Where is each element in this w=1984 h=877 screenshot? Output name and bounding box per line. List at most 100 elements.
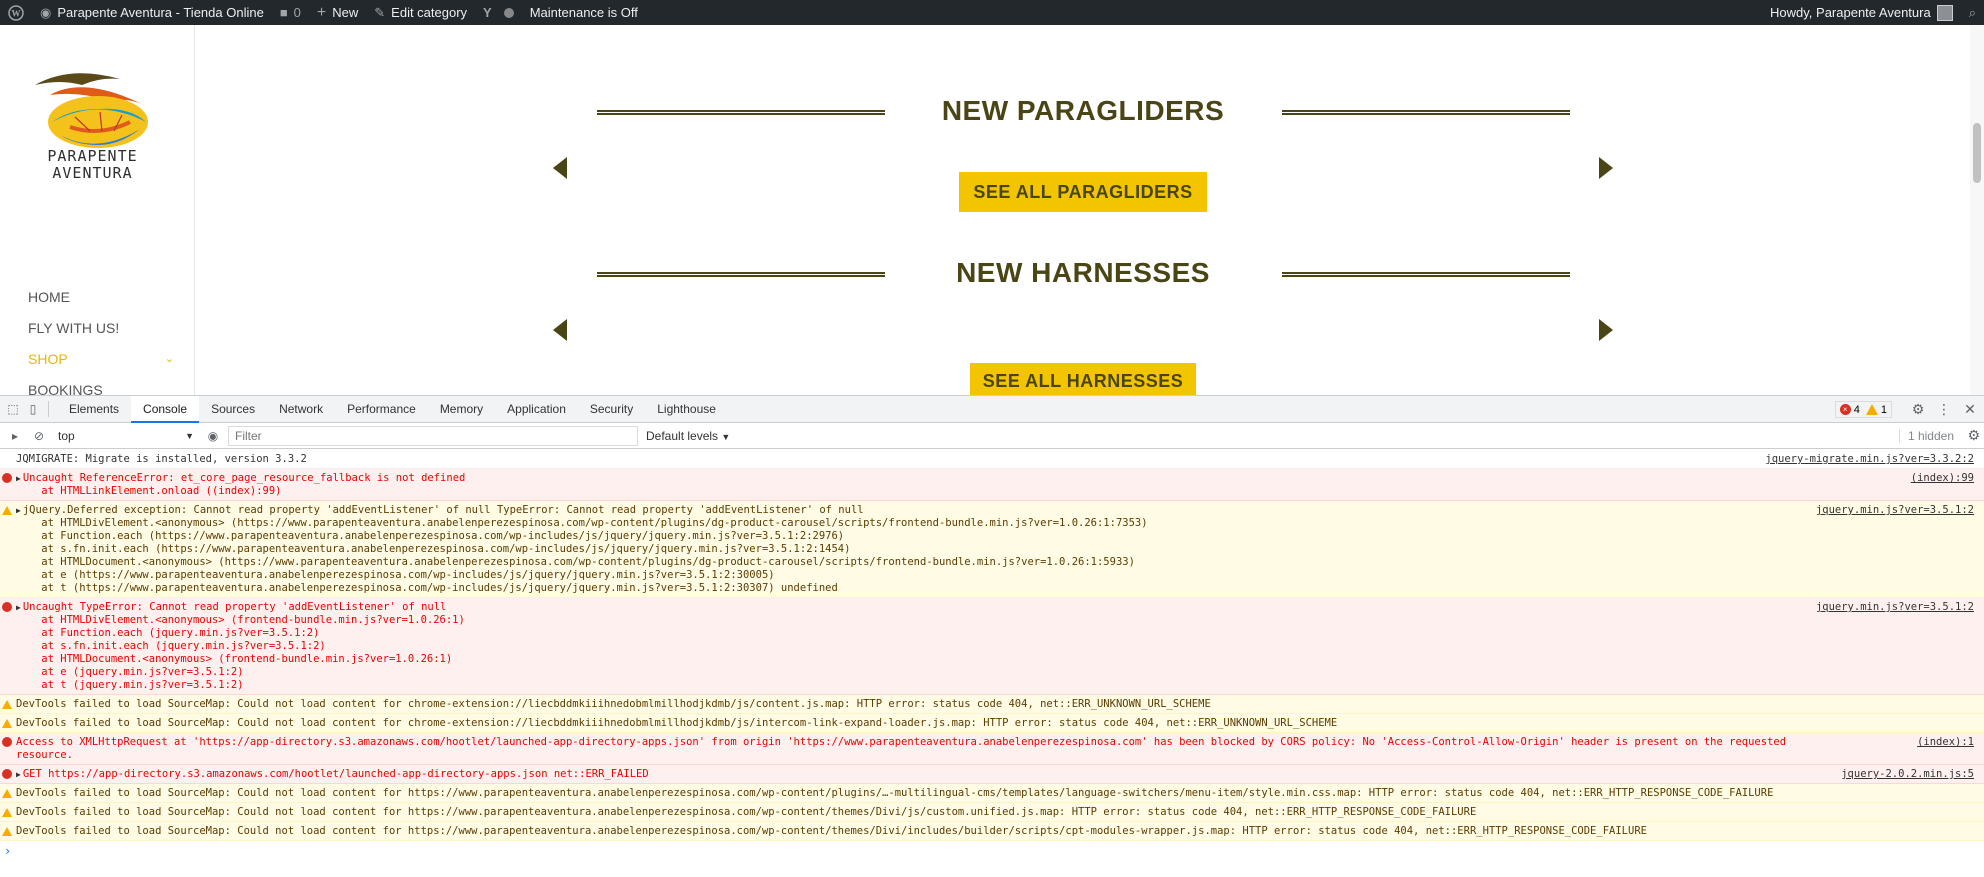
message-text: Access to XMLHttpRequest at 'https://app…: [16, 736, 1787, 761]
yoast-menu[interactable]: Y: [475, 0, 522, 25]
my-account-menu[interactable]: Howdy, Parapente Aventura: [1762, 0, 1961, 25]
expand-triangle-icon[interactable]: ▶: [16, 770, 21, 779]
wordpress-logo-icon[interactable]: W: [0, 0, 32, 25]
comments-menu[interactable]: ■ 0: [272, 0, 309, 25]
console-filter-input[interactable]: [228, 425, 638, 446]
clear-console-icon[interactable]: ⊘: [30, 429, 48, 443]
scrollbar-thumb[interactable]: [1973, 123, 1981, 183]
maintenance-status[interactable]: Maintenance is Off: [522, 0, 646, 25]
divider: [48, 401, 49, 417]
source-link[interactable]: jquery.min.js?ver=3.5.1:2: [1816, 504, 1974, 517]
close-icon[interactable]: ✕: [1960, 401, 1980, 418]
expand-triangle-icon[interactable]: ▶: [16, 474, 21, 483]
tab-security[interactable]: Security: [578, 396, 645, 423]
console-message-error[interactable]: ▶ Uncaught TypeError: Cannot read propert…: [0, 598, 1984, 695]
howdy-label: Howdy, Parapente Aventura: [1770, 5, 1931, 20]
message-text: DevTools failed to load SourceMap: Could…: [16, 698, 1211, 710]
hidden-count: 1 hidden: [1898, 428, 1954, 443]
console-message-info[interactable]: JQMIGRATE: Migrate is installed, version…: [0, 450, 1984, 469]
more-options-icon[interactable]: ⋮: [1934, 401, 1954, 418]
nav-label: FLY WITH US!: [28, 320, 120, 336]
search-button[interactable]: ⌕: [1961, 0, 1984, 25]
console-prompt[interactable]: ›: [0, 841, 1984, 861]
site-name-menu[interactable]: ◉ Parapente Aventura - Tienda Online: [32, 0, 272, 25]
context-value: top: [58, 428, 75, 443]
nav-label: BOOKINGS: [28, 382, 103, 395]
source-link[interactable]: (index):1: [1917, 736, 1974, 749]
dropdown-arrow-icon: ▼: [185, 430, 194, 441]
search-icon: ⌕: [1968, 4, 1976, 20]
page-scrollbar[interactable]: [1970, 25, 1984, 395]
stack-trace[interactable]: at HTMLLinkElement.onload ((index):99): [16, 485, 1874, 498]
error-icon: ×: [1839, 404, 1851, 415]
new-content-menu[interactable]: + New: [309, 0, 366, 25]
source-link[interactable]: jquery.min.js?ver=3.5.1:2: [1816, 601, 1974, 614]
inspect-element-icon[interactable]: ⬚: [6, 402, 20, 416]
settings-gear-icon[interactable]: ⚙: [1908, 401, 1928, 418]
message-text: GET https://app-directory.s3.amazonaws.c…: [22, 768, 649, 780]
tab-performance[interactable]: Performance: [335, 396, 428, 423]
tab-elements[interactable]: Elements: [57, 396, 131, 423]
console-message-error[interactable]: ▶ GET https://app-directory.s3.amazonaws.…: [0, 765, 1984, 784]
see-all-harnesses-button[interactable]: SEE ALL HARNESSES: [970, 363, 1196, 395]
console-message-warning[interactable]: DevTools failed to load SourceMap: Could…: [0, 695, 1984, 714]
maintenance-label: Maintenance is Off: [529, 5, 638, 20]
tab-console[interactable]: Console: [131, 395, 200, 423]
warning-icon: [2, 506, 12, 515]
context-select[interactable]: top ▼: [58, 427, 198, 445]
stack-trace[interactable]: at HTMLDivElement.<anonymous> (https://w…: [16, 517, 1874, 595]
carousel-next-arrow-icon[interactable]: [1599, 157, 1613, 179]
devtools-panel: ⬚ ▯ Elements Console Sources Network Per…: [0, 395, 1984, 877]
dropdown-arrow-icon: ▼: [721, 431, 731, 442]
message-text: DevTools failed to load SourceMap: Could…: [16, 717, 1338, 729]
console-message-warning[interactable]: DevTools failed to load SourceMap: Could…: [0, 784, 1984, 803]
console-message-error[interactable]: Access to XMLHttpRequest at 'https://app…: [0, 733, 1984, 765]
message-text: jQuery.Deferred exception: Cannot read p…: [22, 504, 864, 516]
website-viewport: PARAPENTE AVENTURA HOME FLY WITH US! SHO…: [0, 25, 1984, 395]
tab-application[interactable]: Application: [495, 396, 578, 423]
edit-category-link[interactable]: ✎ Edit category: [366, 0, 475, 25]
log-levels-dropdown[interactable]: Default levels ▼: [646, 429, 730, 443]
nav-item-shop[interactable]: SHOP ⌄: [28, 349, 174, 380]
tab-memory[interactable]: Memory: [428, 396, 495, 423]
console-message-error[interactable]: ▶ Uncaught ReferenceError: et_core_page_r…: [0, 469, 1984, 501]
issue-counts[interactable]: × 4 1: [1834, 401, 1892, 418]
source-link[interactable]: (index):99: [1911, 472, 1974, 485]
carousel-prev-arrow-icon[interactable]: [553, 319, 567, 341]
main-nav: HOME FLY WITH US! SHOP ⌄ BOOKINGS: [28, 287, 174, 395]
dashboard-icon: ◉: [40, 4, 52, 20]
console-message-warning[interactable]: DevTools failed to load SourceMap: Could…: [0, 714, 1984, 733]
sidebar-toggle-icon[interactable]: ▸: [6, 429, 24, 443]
tab-sources[interactable]: Sources: [199, 396, 267, 423]
nav-label: SHOP: [28, 351, 68, 367]
console-message-warning[interactable]: DevTools failed to load SourceMap: Could…: [0, 803, 1984, 822]
expand-triangle-icon[interactable]: ▶: [16, 603, 21, 612]
console-settings-gear-icon[interactable]: ⚙: [1967, 427, 1980, 444]
nav-item-home[interactable]: HOME: [28, 287, 174, 318]
carousel-prev-arrow-icon[interactable]: [553, 157, 567, 179]
console-message-warning[interactable]: DevTools failed to load SourceMap: Could…: [0, 822, 1984, 841]
new-label: New: [332, 5, 359, 20]
devtools-right-controls: × 4 1 ⚙ ⋮ ✕: [1834, 396, 1980, 423]
console-message-warning[interactable]: ▶ jQuery.Deferred exception: Cannot read …: [0, 501, 1984, 598]
expand-triangle-icon[interactable]: ▶: [16, 506, 21, 515]
message-text: DevTools failed to load SourceMap: Could…: [16, 825, 1647, 837]
source-link[interactable]: jquery-2.0.2.min.js:5: [1841, 768, 1974, 781]
nav-item-bookings[interactable]: BOOKINGS: [28, 380, 174, 395]
stack-trace[interactable]: at HTMLDivElement.<anonymous> (frontend-…: [16, 614, 1874, 692]
chevron-down-icon[interactable]: ⌄: [165, 349, 174, 380]
console-toolbar: ▸ ⊘ top ▼ ◉ Default levels ▼ 1 hidden ⚙: [0, 423, 1984, 449]
carousel-next-arrow-icon[interactable]: [1599, 319, 1613, 341]
source-link[interactable]: jquery-migrate.min.js?ver=3.3.2:2: [1765, 453, 1974, 466]
see-all-paragliders-button[interactable]: SEE ALL PARAGLIDERS: [959, 172, 1207, 212]
devtools-tab-bar: ⬚ ▯ Elements Console Sources Network Per…: [0, 395, 1984, 423]
device-toolbar-icon[interactable]: ▯: [26, 402, 40, 416]
warning-icon: [2, 808, 12, 817]
comments-count: 0: [293, 5, 301, 20]
live-expression-eye-icon[interactable]: ◉: [204, 429, 222, 443]
message-text: DevTools failed to load SourceMap: Could…: [16, 806, 1477, 818]
warning-count: 1: [1880, 403, 1887, 416]
tab-lighthouse[interactable]: Lighthouse: [645, 396, 728, 423]
nav-item-fly-with-us[interactable]: FLY WITH US!: [28, 318, 174, 349]
tab-network[interactable]: Network: [267, 396, 335, 423]
